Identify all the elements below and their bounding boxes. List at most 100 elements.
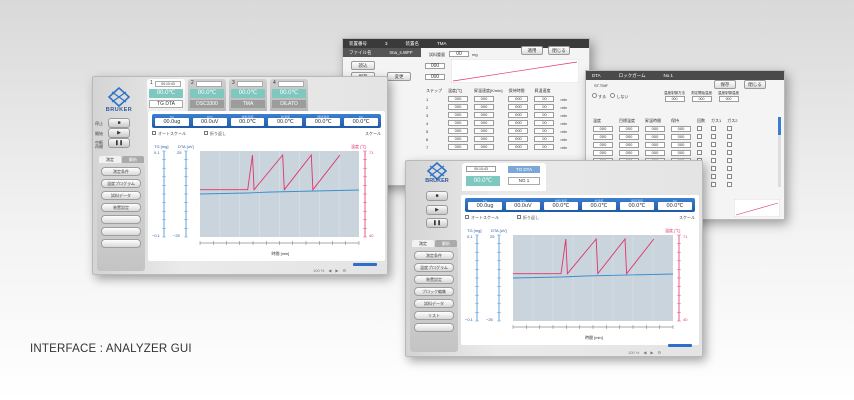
program-checkbox[interactable] [697,126,702,131]
control-button[interactable]: 装置設定 [414,275,454,284]
zoom-out-icon[interactable]: ◀ [643,350,646,355]
wrap-option[interactable]: 折り返し [517,215,539,221]
field-value[interactable]: 000 [718,96,739,102]
program-checkbox[interactable] [711,166,716,171]
control-button[interactable]: 温度プログラム [101,179,141,188]
program-checkbox[interactable] [727,158,733,163]
program-checkbox[interactable] [711,134,716,139]
step-value-field[interactable]: 000 [448,112,468,118]
program-checkbox[interactable] [727,182,733,187]
pause-button[interactable]: ❚❚ [426,218,448,228]
step-value-field[interactable]: 00 [534,104,555,110]
step-value-field[interactable]: 000 [474,96,494,102]
program-value-field[interactable]: 000 [593,126,613,132]
control-button[interactable]: 試料データ [101,191,141,200]
tab-analysis[interactable]: 解析 [435,240,457,247]
checkbox[interactable] [152,131,156,136]
tab-measure[interactable]: 測定 [99,156,121,163]
step-value-field[interactable]: 000 [448,96,468,102]
program-value-field[interactable]: 000 [619,150,639,156]
stop-button[interactable]: ■ [426,191,448,201]
program-value-field[interactable]: 000 [671,142,691,148]
step-value-field[interactable]: 000 [474,112,494,118]
autoscale-option[interactable]: オートスケール [465,215,499,221]
checkbox[interactable] [465,215,469,220]
step-value-field[interactable]: 00 [534,112,555,118]
step-value-field[interactable]: 000 [508,120,529,126]
program-checkbox[interactable] [711,142,716,147]
autoscale-option[interactable]: オートスケール [152,131,186,137]
control-button[interactable]: 測定条件 [101,167,141,176]
pause-button[interactable]: ❚❚ [108,138,130,148]
measurement-chart[interactable]: TG [mg] DTA [uV] 温度 [℃] 0.1 −0.1 25 −25 71 40 時間 … [152,139,381,259]
stop-button[interactable]: ■ [108,118,130,128]
control-button[interactable]: 装置設定 [101,203,141,212]
program-checkbox[interactable] [711,182,716,187]
step-value-field[interactable]: 000 [448,104,468,110]
control-button-empty[interactable] [101,215,141,224]
apply-button[interactable]: 適用 [521,46,543,55]
program-checkbox[interactable] [727,150,733,155]
settings-icon[interactable]: ⚙ [343,268,347,273]
program-value-field[interactable]: 000 [645,150,665,156]
close-button[interactable]: 閉じる [744,80,766,89]
radio-on[interactable] [592,93,597,98]
save-button[interactable]: 保存 [714,80,736,89]
step-value-field[interactable]: 000 [474,128,494,134]
checkbox[interactable] [204,131,208,136]
program-checkbox[interactable] [711,126,716,131]
program-value-field[interactable]: 000 [671,150,691,156]
program-value-field[interactable]: 000 [645,134,665,140]
value-cell[interactable]: 000 [425,74,445,80]
device-tab-2[interactable]: 2 00.0℃ DSC3300 [188,79,226,111]
start-button[interactable]: ▶ [426,205,448,215]
tab-measure[interactable]: 測定 [412,240,434,247]
device-tab-3[interactable]: 3 00.0℃ TMA [229,79,267,111]
step-value-field[interactable]: 00 [534,96,555,102]
control-button[interactable]: 試料データ [414,299,454,308]
zoom-out-icon[interactable]: ◀ [328,268,331,273]
program-value-field[interactable]: 000 [619,142,639,148]
step-value-field[interactable]: 000 [474,120,494,126]
program-scrollbar[interactable] [778,117,781,187]
program-checkbox[interactable] [727,134,733,139]
step-value-field[interactable]: 000 [448,128,468,134]
control-button-empty[interactable] [414,323,454,332]
tab-analysis[interactable]: 解析 [122,156,144,163]
device-tab-1[interactable]: 1 00:10:43 00.0℃ TG DTA [147,79,185,111]
program-checkbox[interactable] [727,126,733,131]
step-value-field[interactable]: 00 [534,136,555,142]
device-tab[interactable]: 00:10:43 TG DTA 00.0℃ NG 1 [462,163,546,191]
load-button[interactable]: 読込 [351,61,375,70]
field-value[interactable]: 000 [664,96,685,102]
program-value-field[interactable]: 000 [619,134,639,140]
measurement-chart[interactable]: TG [mg] DTA [uV] 温度 [℃] 0.1 −0.1 25 −25 71 40 時間 … [465,223,695,343]
control-button[interactable]: ブロック編集 [414,287,454,296]
settings-icon[interactable]: ⚙ [658,350,662,355]
close-button[interactable]: 閉じる [548,46,570,55]
program-checkbox[interactable] [697,150,702,155]
program-value-field[interactable]: 000 [671,134,691,140]
control-button[interactable]: 測定条件 [414,251,454,260]
program-checkbox[interactable] [697,134,702,139]
program-value-field[interactable]: 000 [593,142,613,148]
program-value-field[interactable]: 000 [593,150,613,156]
program-value-field[interactable]: 000 [671,126,691,132]
program-checkbox[interactable] [727,142,733,147]
step-value-field[interactable]: 000 [448,120,468,126]
program-checkbox[interactable] [711,150,716,155]
program-checkbox[interactable] [711,158,716,163]
start-button[interactable]: ▶ [108,128,130,138]
program-checkbox[interactable] [727,174,733,179]
control-button-empty[interactable] [101,239,141,248]
program-checkbox[interactable] [727,166,733,171]
step-value-field[interactable]: 000 [474,136,494,142]
control-button-empty[interactable] [101,227,141,236]
scroll-thumb[interactable] [778,117,781,135]
zoom-in-icon[interactable]: ▶ [650,350,653,355]
control-button[interactable]: 温度プログラム [414,263,454,272]
control-button[interactable]: リスト [414,311,454,320]
program-value-field[interactable]: 000 [619,126,639,132]
program-value-field[interactable]: 000 [645,126,665,132]
checkbox[interactable] [517,215,521,220]
